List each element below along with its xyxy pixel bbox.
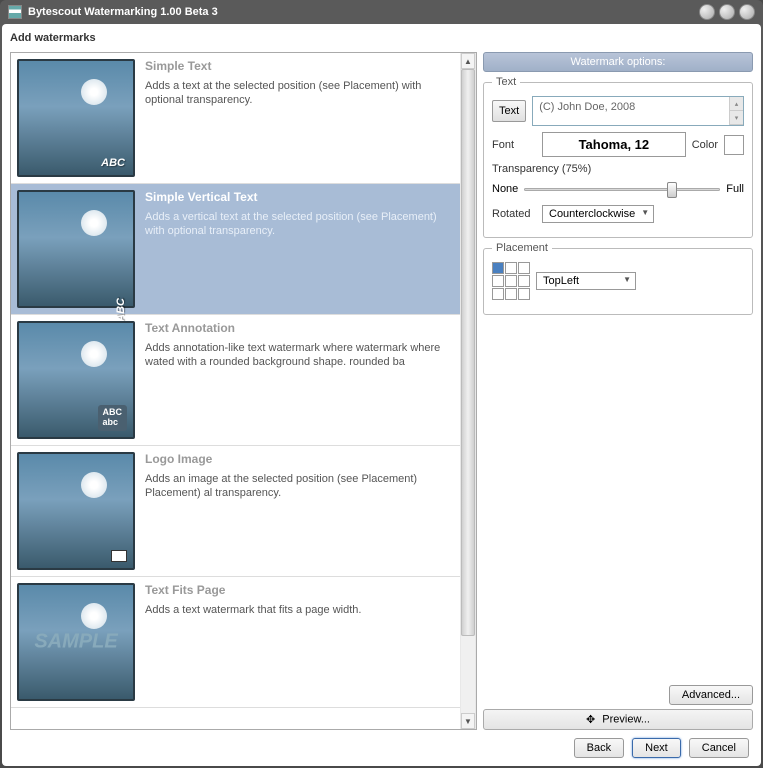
move-icon: ✥ — [586, 713, 595, 726]
list-item-logo-image[interactable]: Logo Image Adds an image at the selected… — [11, 446, 460, 577]
scrollbar[interactable]: ▲ ▼ — [460, 53, 476, 729]
placement-cell-botright[interactable] — [518, 288, 530, 300]
text-group: Text Text (C) John Doe, 2008 ▴ ▾ Font — [483, 76, 753, 238]
placement-grid[interactable] — [492, 262, 530, 300]
advanced-button[interactable]: Advanced... — [669, 685, 753, 705]
slider-min-label: None — [492, 183, 518, 195]
list-item-simple-vertical-text[interactable]: ABC Simple Vertical Text Adds a vertical… — [11, 184, 460, 315]
list-item-text-annotation[interactable]: ABCabc Text Annotation Adds annotation-l… — [11, 315, 460, 446]
watermark-list: ABC Simple Text Adds a text at the selec… — [11, 53, 460, 729]
rotated-label: Rotated — [492, 208, 536, 220]
placement-cell-midleft[interactable] — [492, 275, 504, 287]
item-title: Simple Vertical Text — [145, 190, 454, 204]
thumb-text: ABC — [101, 157, 125, 169]
thumb-badge: ABCabc — [98, 405, 128, 431]
text-group-label: Text — [492, 76, 520, 88]
item-title: Logo Image — [145, 452, 454, 466]
slider-max-label: Full — [726, 183, 744, 195]
watermark-text-value: (C) John Doe, 2008 — [539, 101, 635, 113]
cancel-button[interactable]: Cancel — [689, 738, 749, 758]
color-picker[interactable] — [724, 135, 744, 155]
placement-cell-center[interactable] — [505, 275, 517, 287]
placement-cell-topcenter[interactable] — [505, 262, 517, 274]
thumbnail: SAMPLE — [17, 583, 135, 701]
back-button[interactable]: Back — [574, 738, 624, 758]
scroll-track[interactable] — [461, 69, 475, 713]
item-desc: Adds an image at the selected position (… — [145, 472, 454, 501]
titlebar: Bytescout Watermarking 1.00 Beta 3 — [0, 0, 763, 24]
spin-up-icon[interactable]: ▴ — [729, 97, 743, 111]
minimize-button[interactable] — [699, 4, 715, 20]
watermark-text-input[interactable]: (C) John Doe, 2008 ▴ ▾ — [532, 96, 744, 126]
watermark-list-panel: ABC Simple Text Adds a text at the selec… — [10, 52, 477, 730]
list-item-simple-text[interactable]: ABC Simple Text Adds a text at the selec… — [11, 53, 460, 184]
logo-icon — [111, 550, 127, 562]
preview-button[interactable]: ✥ Preview... — [483, 709, 753, 730]
options-panel: Watermark options: Text Text (C) John Do… — [483, 52, 753, 730]
next-button[interactable]: Next — [632, 738, 681, 758]
item-desc: Adds a text at the selected position (se… — [145, 79, 454, 108]
item-title: Text Fits Page — [145, 583, 454, 597]
item-title: Text Annotation — [145, 321, 454, 335]
thumbnail: ABCabc — [17, 321, 135, 439]
thumbnail: ABC — [17, 190, 135, 308]
placement-dropdown[interactable]: TopLeft — [536, 272, 636, 290]
placement-cell-topleft[interactable] — [492, 262, 504, 274]
maximize-button[interactable] — [719, 4, 735, 20]
wizard-buttons: Back Next Cancel — [10, 730, 753, 758]
thumb-text: ABC — [115, 298, 127, 322]
app-window: Bytescout Watermarking 1.00 Beta 3 Add w… — [0, 0, 763, 768]
slider-thumb[interactable] — [667, 182, 677, 198]
spin-down-icon[interactable]: ▾ — [729, 111, 743, 125]
content-area: Add watermarks ABC Simple Text Adds a te… — [2, 24, 761, 766]
placement-cell-botleft[interactable] — [492, 288, 504, 300]
item-desc: Adds a text watermark that fits a page w… — [145, 603, 454, 617]
thumbnail — [17, 452, 135, 570]
transparency-slider[interactable] — [524, 179, 720, 199]
font-picker[interactable]: Tahoma, 12 — [542, 132, 686, 157]
page-title: Add watermarks — [10, 32, 753, 44]
rotated-dropdown[interactable]: Counterclockwise — [542, 205, 654, 223]
thumb-sample: SAMPLE — [34, 631, 117, 654]
window-title: Bytescout Watermarking 1.00 Beta 3 — [28, 6, 699, 18]
scroll-up-icon[interactable]: ▲ — [461, 53, 475, 69]
item-desc: Adds annotation-like text watermark wher… — [145, 341, 454, 370]
item-desc: Adds a vertical text at the selected pos… — [145, 210, 454, 239]
app-icon — [8, 5, 22, 19]
scroll-down-icon[interactable]: ▼ — [461, 713, 475, 729]
font-label: Font — [492, 139, 536, 151]
placement-group-label: Placement — [492, 242, 552, 254]
close-button[interactable] — [739, 4, 755, 20]
placement-group: Placement — [483, 242, 753, 315]
placement-cell-botcenter[interactable] — [505, 288, 517, 300]
list-item-text-fits-page[interactable]: SAMPLE Text Fits Page Adds a text waterm… — [11, 577, 460, 708]
color-label: Color — [692, 139, 718, 151]
thumbnail: ABC — [17, 59, 135, 177]
scroll-thumb[interactable] — [461, 69, 475, 636]
options-header: Watermark options: — [483, 52, 753, 72]
text-button[interactable]: Text — [492, 100, 526, 122]
item-title: Simple Text — [145, 59, 454, 73]
placement-cell-topright[interactable] — [518, 262, 530, 274]
transparency-label: Transparency (75%) — [492, 163, 744, 175]
placement-cell-midright[interactable] — [518, 275, 530, 287]
